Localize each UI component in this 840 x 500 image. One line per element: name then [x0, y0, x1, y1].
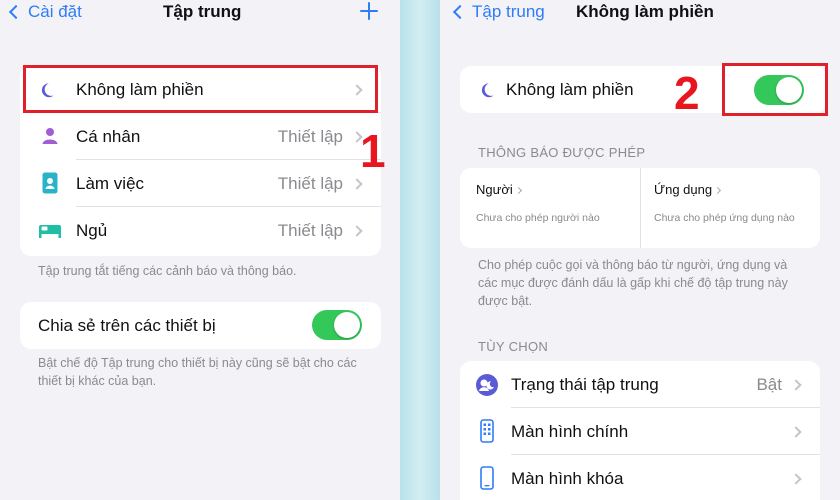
focus-item-value: Thiết lập — [277, 220, 343, 240]
person-icon — [42, 128, 58, 144]
id-badge-icon — [42, 172, 58, 194]
bed-icon — [39, 225, 61, 238]
focus-item-label: Cá nhân — [76, 126, 141, 146]
chevron-left-icon — [8, 4, 24, 20]
lock-screen-icon — [480, 466, 494, 490]
moon-icon — [481, 83, 494, 98]
highlight-box-1 — [23, 65, 378, 113]
allowed-people-subtitle: Chưa cho phép người nào — [476, 212, 600, 224]
share-toggle[interactable] — [312, 310, 362, 340]
allowed-notifications-header: THÔNG BÁO ĐƯỢC PHÉP — [478, 145, 646, 160]
options-list: Trạng thái tập trung Bật Màn hình chính — [460, 361, 820, 500]
allowed-note: Cho phép cuộc gọi và thông báo từ người,… — [478, 258, 788, 308]
option-focus-status[interactable]: Trạng thái tập trung Bật — [460, 361, 820, 408]
option-home-screen[interactable]: Màn hình chính — [460, 408, 820, 455]
home-screen-icon — [480, 419, 494, 443]
highlight-box-2 — [722, 63, 828, 116]
share-label: Chia sẻ trên các thiết bị — [38, 315, 216, 335]
focus-item-label: Ngủ — [76, 220, 108, 240]
option-value: Bật — [756, 374, 782, 394]
chevron-right-icon — [351, 224, 363, 237]
chevron-right-icon — [514, 186, 522, 195]
chevron-right-icon — [790, 425, 802, 438]
focus-item-label: Làm việc — [76, 173, 145, 193]
step-number-1: 1 — [360, 125, 386, 177]
dnd-mode-label: Không làm phiền — [506, 79, 634, 99]
chevron-right-icon — [351, 177, 363, 190]
step-number-2: 2 — [674, 67, 700, 119]
back-button[interactable]: Tập trung — [452, 2, 545, 22]
focus-item-value: Thiết lập — [277, 173, 343, 193]
page-title: Tập trung — [163, 2, 242, 21]
share-note: Bật chế độ Tập trung cho thiết bị này cũ… — [38, 356, 357, 388]
allowed-notifications-card: Người Chưa cho phép người nào Ứng dụng C… — [460, 168, 820, 248]
chevron-right-icon — [714, 186, 722, 195]
focus-settings-panel: Cài đặt Tập trung Không làm phiền Cá nhâ… — [0, 0, 400, 500]
allowed-apps-title: Ứng dụng — [654, 182, 713, 197]
page-title: Không làm phiền — [576, 2, 714, 21]
focus-item-value: Thiết lập — [277, 126, 343, 146]
share-across-devices-row: Chia sẻ trên các thiết bị — [20, 302, 381, 349]
option-label: Màn hình khóa — [511, 468, 624, 488]
option-lock-screen[interactable]: Màn hình khóa — [460, 455, 820, 500]
focus-note: Tập trung tắt tiếng các cảnh báo và thôn… — [38, 264, 297, 278]
focus-item-personal[interactable]: Cá nhân Thiết lập — [20, 113, 381, 160]
options-header: TÙY CHỌN — [478, 339, 549, 354]
focus-status-icon — [476, 374, 498, 396]
allowed-people[interactable]: Người Chưa cho phép người nào — [460, 168, 640, 248]
back-button[interactable]: Cài đặt — [8, 2, 82, 22]
back-label: Cài đặt — [28, 2, 82, 21]
chevron-left-icon — [452, 4, 468, 20]
chevron-right-icon — [790, 472, 802, 485]
allowed-apps[interactable]: Ứng dụng Chưa cho phép ứng dụng nào — [640, 168, 820, 248]
navigation-bar: Cài đặt Tập trung — [0, 0, 400, 28]
navigation-bar: Tập trung Không làm phiền — [440, 0, 840, 28]
focus-item-work[interactable]: Làm việc Thiết lập — [20, 160, 381, 207]
focus-item-sleep[interactable]: Ngủ Thiết lập — [20, 207, 381, 254]
panel-divider — [400, 0, 440, 500]
allowed-apps-subtitle: Chưa cho phép ứng dụng nào — [654, 212, 795, 224]
option-label: Màn hình chính — [511, 421, 629, 441]
add-focus-button[interactable] — [358, 0, 380, 22]
allowed-people-title: Người — [476, 182, 513, 197]
option-label: Trạng thái tập trung — [511, 374, 659, 394]
back-label: Tập trung — [472, 2, 545, 21]
do-not-disturb-panel: Tập trung Không làm phiền Không làm phiề… — [440, 0, 840, 500]
chevron-right-icon — [790, 378, 802, 391]
